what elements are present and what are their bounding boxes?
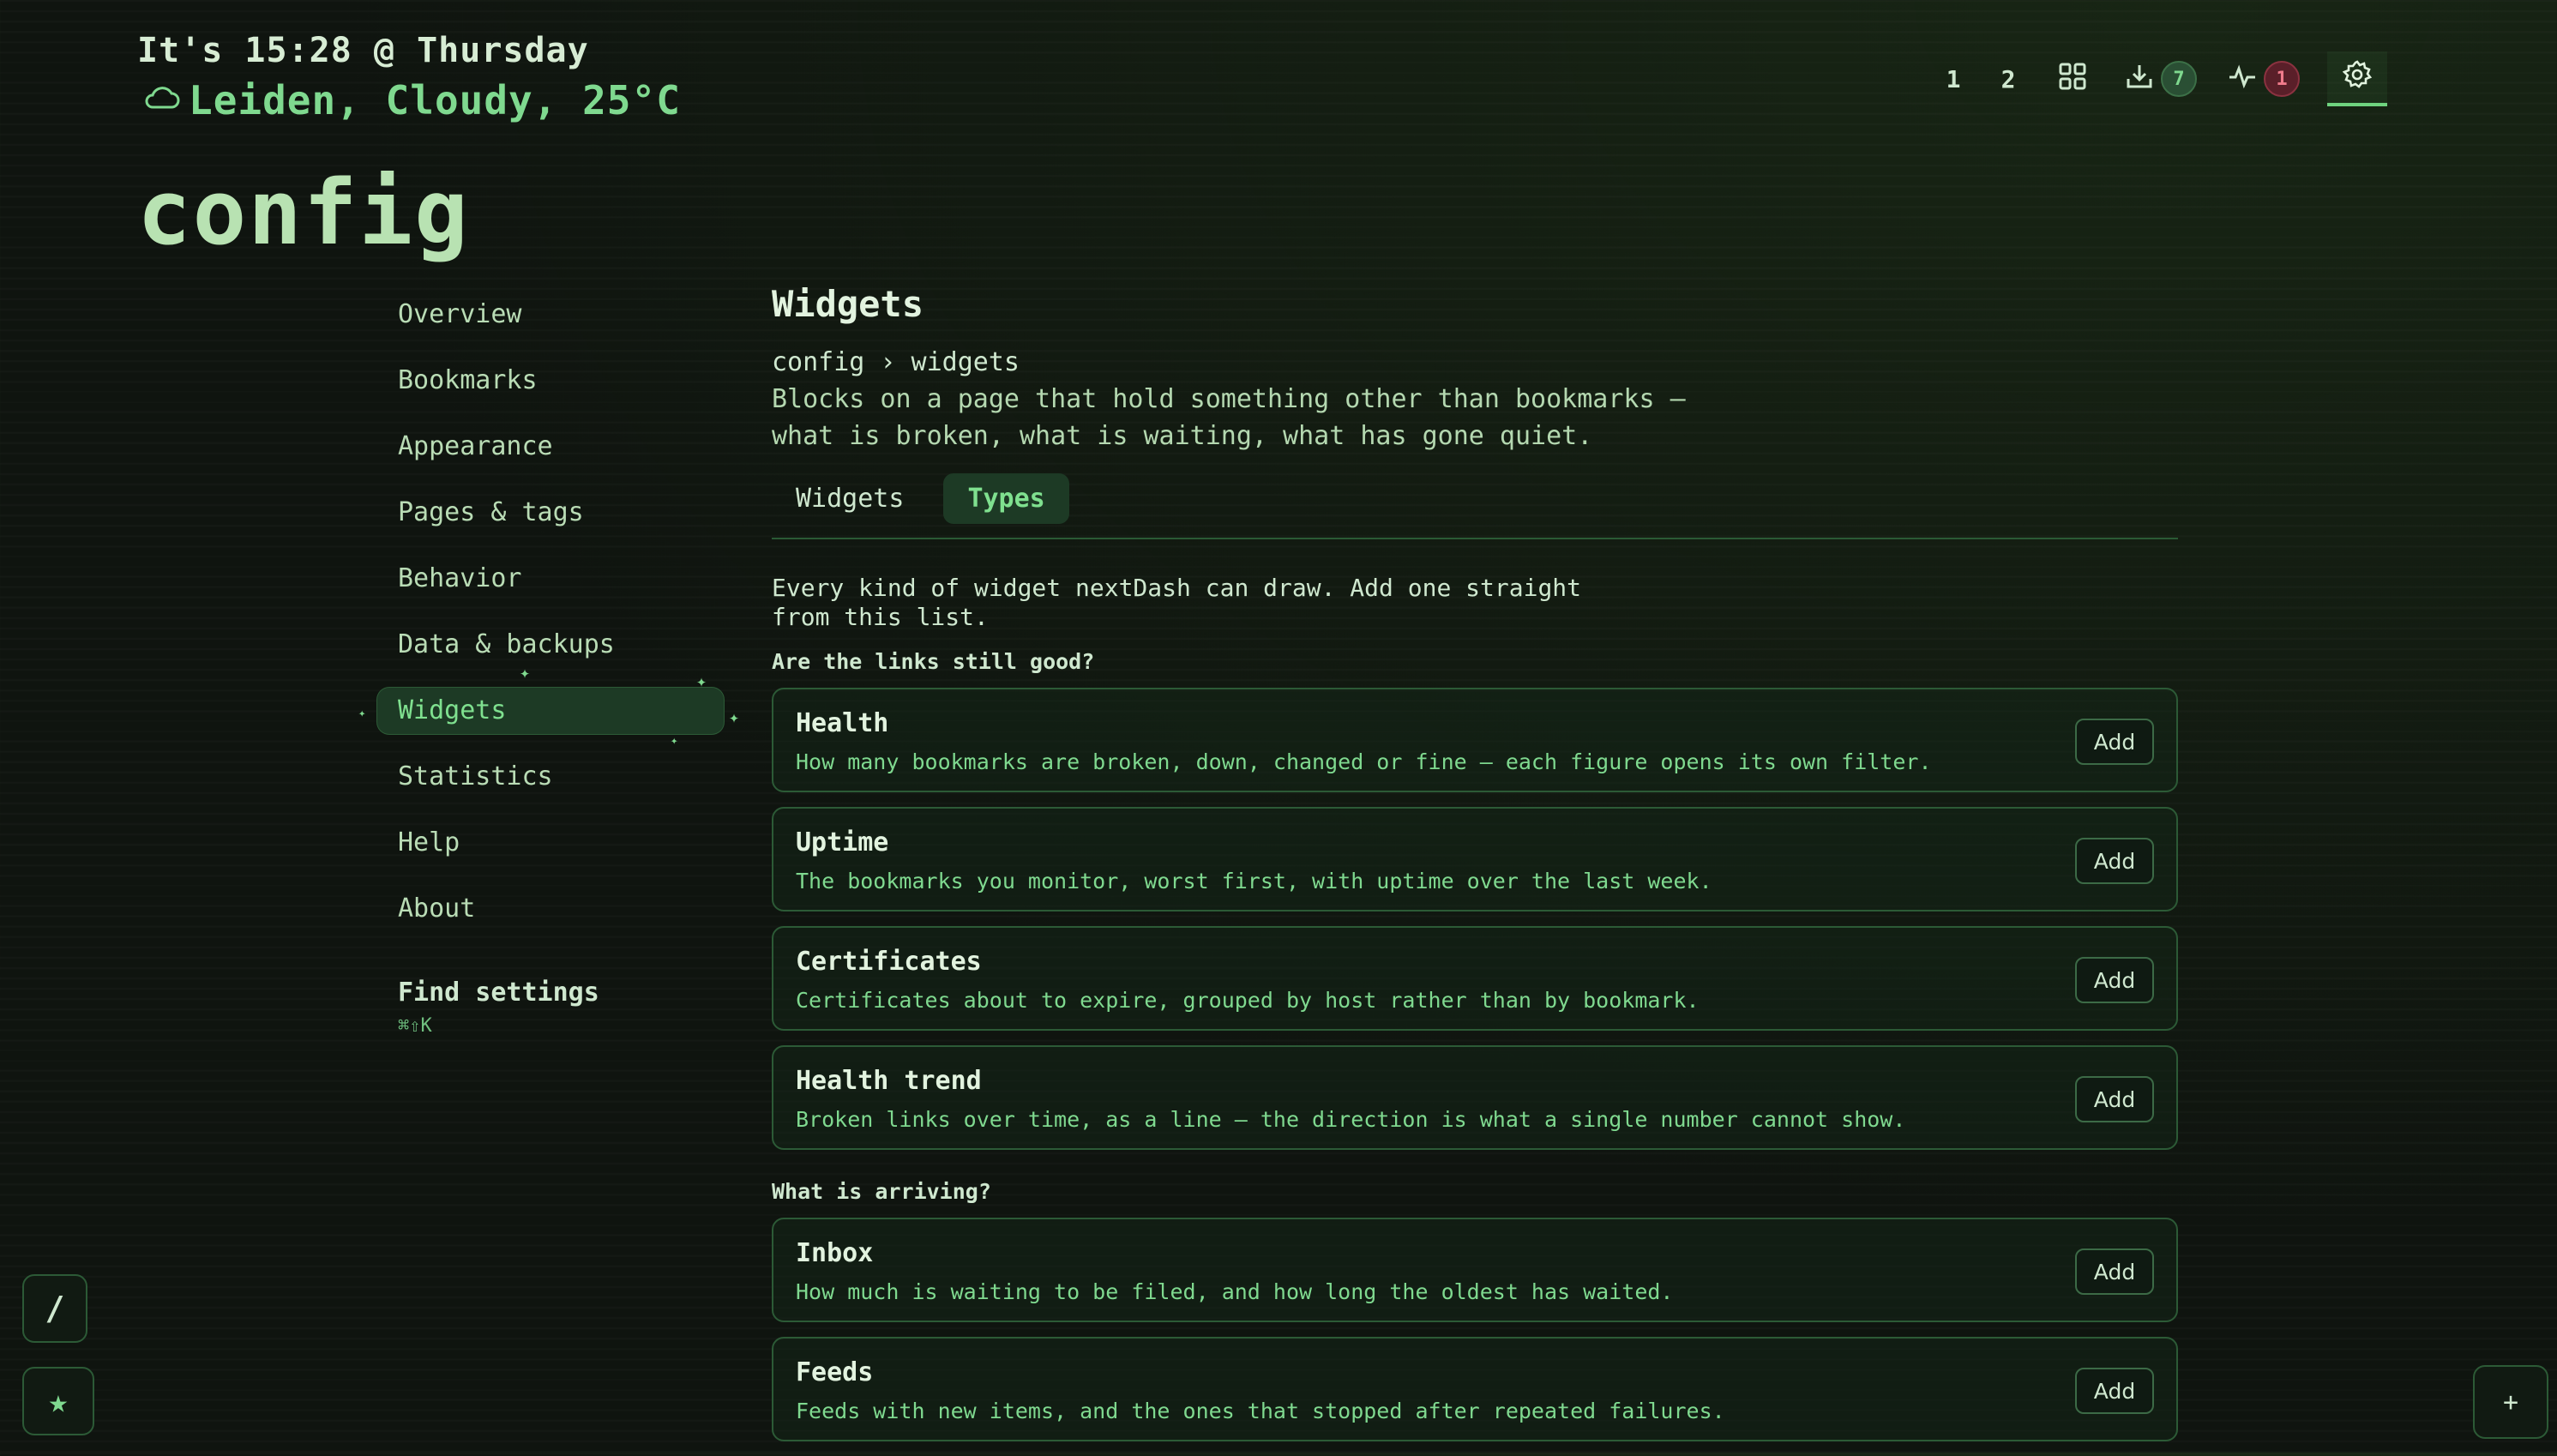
- sidebar-item-about[interactable]: About: [377, 886, 724, 932]
- sidebar-item-widgets[interactable]: Widgets: [377, 688, 724, 734]
- pulse-icon: [2228, 62, 2257, 97]
- group-heading: Are the links still good?: [772, 649, 1095, 674]
- cloud-icon: [142, 77, 180, 123]
- health-button[interactable]: 1: [2212, 53, 2315, 105]
- gear-icon: [2342, 59, 2373, 95]
- grid-button[interactable]: [2036, 53, 2109, 105]
- widget-type-title: Certificates: [796, 947, 982, 977]
- tab-types[interactable]: Types: [943, 473, 1069, 524]
- widget-type-description: Certificates about to expire, grouped by…: [796, 988, 1700, 1013]
- widget-type-title: Health trend: [796, 1066, 982, 1096]
- add-widget-button[interactable]: Add: [2075, 1248, 2154, 1295]
- add-widget-button[interactable]: Add: [2075, 719, 2154, 765]
- widget-type-card: Inbox How much is waiting to be filed, a…: [772, 1218, 2178, 1322]
- sparkle-icon: ✦: [520, 662, 531, 683]
- add-button[interactable]: +: [2473, 1365, 2548, 1439]
- widget-type-card: Health trend Broken links over time, as …: [772, 1045, 2178, 1150]
- widget-type-title: Uptime: [796, 827, 889, 857]
- download-tray-icon: [2125, 62, 2154, 97]
- sidebar-item-pages-tags[interactable]: Pages & tags: [377, 490, 724, 536]
- intro-line: from this list.: [772, 603, 989, 631]
- find-settings-link[interactable]: Find settings: [398, 978, 599, 1008]
- page-1-link[interactable]: 1: [1926, 53, 1981, 105]
- top-nav: 1 2 7 1: [1926, 51, 2387, 106]
- description-line: Blocks on a page that hold something oth…: [772, 384, 1686, 414]
- widget-type-description: Feeds with new items, and the ones that …: [796, 1399, 1725, 1423]
- grid-icon: [2058, 62, 2087, 97]
- section-description: Blocks on a page that hold something oth…: [772, 381, 1715, 454]
- sidebar-item-bookmarks[interactable]: Bookmarks: [377, 358, 724, 404]
- widget-type-card: Feeds Feeds with new items, and the ones…: [772, 1337, 2178, 1441]
- page-title: config: [137, 160, 470, 265]
- sidebar-item-statistics[interactable]: Statistics: [377, 754, 724, 800]
- widget-type-card: Certificates Certificates about to expir…: [772, 926, 2178, 1031]
- sidebar-item-help[interactable]: Help: [377, 820, 724, 866]
- description-line: what is broken, what is waiting, what ha…: [772, 421, 1593, 451]
- sparkle-icon: ✦: [671, 734, 678, 748]
- types-intro: Every kind of widget nextDash can draw. …: [772, 574, 1629, 632]
- section-title: Widgets: [772, 283, 924, 325]
- inbox-button[interactable]: 7: [2109, 53, 2212, 105]
- add-widget-button[interactable]: Add: [2075, 838, 2154, 884]
- main-content: Widgets config › widgets Blocks on a pag…: [772, 283, 2178, 1456]
- inbox-count-badge: 7: [2161, 61, 2197, 97]
- sparkle-icon: ✦: [358, 707, 366, 720]
- favorites-button[interactable]: ★: [22, 1367, 94, 1435]
- sidebar-item-overview[interactable]: Overview: [377, 292, 724, 338]
- breadcrumb: config › widgets: [772, 347, 1020, 377]
- sidebar-item-behavior[interactable]: Behavior: [377, 556, 724, 602]
- search-shortcut-button[interactable]: /: [22, 1274, 87, 1343]
- sidebar-item-appearance[interactable]: Appearance: [377, 424, 724, 470]
- settings-button[interactable]: [2327, 51, 2387, 106]
- page-2-link[interactable]: 2: [1981, 53, 2036, 105]
- widget-type-title: Health: [796, 708, 889, 738]
- widget-type-description: How many bookmarks are broken, down, cha…: [796, 749, 1932, 774]
- add-widget-button[interactable]: Add: [2075, 1368, 2154, 1414]
- widget-type-description: The bookmarks you monitor, worst first, …: [796, 869, 1712, 893]
- widget-type-card: Health How many bookmarks are broken, do…: [772, 688, 2178, 792]
- widget-type-description: Broken links over time, as a line — the …: [796, 1107, 1906, 1132]
- sidebar-item-data-backups[interactable]: Data & backups: [377, 622, 724, 668]
- widget-type-title: Inbox: [796, 1238, 874, 1268]
- widget-type-card: Uptime The bookmarks you monitor, worst …: [772, 807, 2178, 912]
- weather: Leiden, Cloudy, 25°C: [142, 77, 681, 123]
- clock-text: It's 15:28 @ Thursday: [137, 31, 589, 70]
- add-widget-button[interactable]: Add: [2075, 1076, 2154, 1122]
- settings-sidebar: Overview Bookmarks Appearance Pages & ta…: [377, 292, 724, 952]
- widget-type-description: How much is waiting to be filed, and how…: [796, 1279, 1674, 1304]
- add-widget-button[interactable]: Add: [2075, 957, 2154, 1003]
- tab-bar: Widgets Types: [772, 473, 2178, 539]
- intro-line: Every kind of widget nextDash can draw. …: [772, 574, 1582, 602]
- weather-text: Leiden, Cloudy, 25°C: [189, 77, 681, 123]
- alert-count-badge: 1: [2264, 61, 2300, 97]
- sparkle-icon: ✦: [696, 671, 707, 691]
- find-settings-shortcut: ⌘⇧K: [398, 1015, 432, 1037]
- star-icon: ★: [48, 1382, 69, 1420]
- sparkle-icon: ✦: [729, 707, 740, 727]
- group-heading: What is arriving?: [772, 1179, 991, 1204]
- widget-type-title: Feeds: [796, 1357, 874, 1387]
- tab-widgets[interactable]: Widgets: [772, 473, 928, 524]
